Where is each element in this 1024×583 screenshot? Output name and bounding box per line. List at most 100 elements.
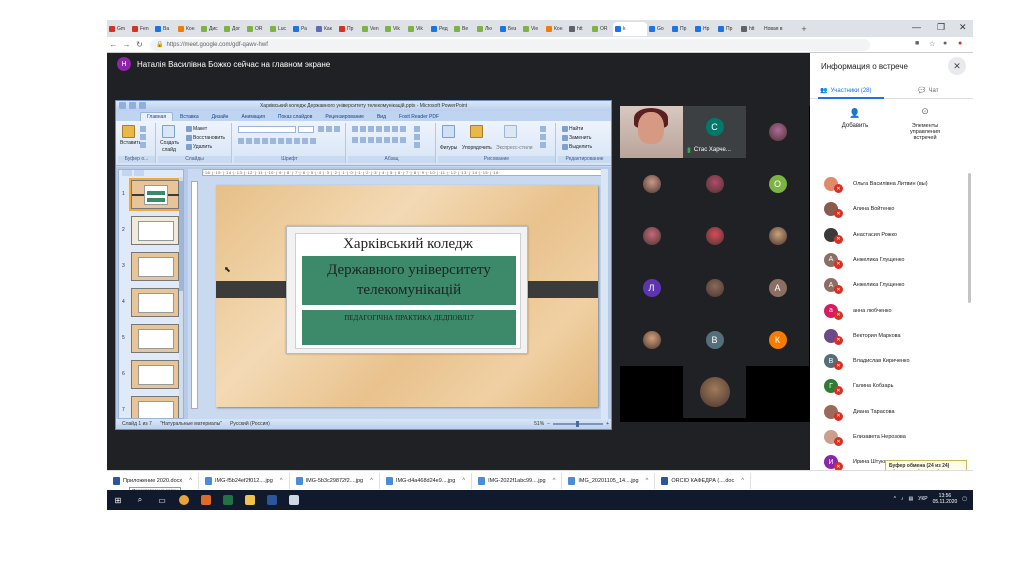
video-tile[interactable]: Л: [620, 262, 683, 314]
browser-tab-after-2[interactable]: Нр: [693, 22, 716, 36]
font-size-field[interactable]: [298, 126, 314, 133]
slide-thumbnail[interactable]: 2: [122, 216, 179, 245]
participant-row[interactable]: ✕ Анастасия Рожко: [824, 224, 897, 246]
windows-start-icon[interactable]: ⊞: [107, 490, 129, 510]
browser-tab-3[interactable]: Кон: [176, 22, 199, 36]
browser-tab-active[interactable]: k: [613, 21, 647, 36]
video-tile-self[interactable]: [620, 106, 683, 158]
ppt-tab-4[interactable]: Показ слайдов: [272, 113, 318, 121]
forward-icon[interactable]: →: [120, 40, 133, 49]
notifications-icon[interactable]: ▢: [962, 496, 967, 502]
slide-thumbnail[interactable]: 1: [122, 178, 181, 211]
chrome-icon[interactable]: [173, 490, 195, 510]
tab-chat[interactable]: 💬 Чат: [918, 87, 938, 95]
photos-icon[interactable]: [283, 490, 305, 510]
video-tile[interactable]: [746, 210, 809, 262]
volume-icon[interactable]: ♪: [901, 496, 904, 502]
video-tile[interactable]: А: [746, 262, 809, 314]
browser-tab-15[interactable]: Ве: [452, 22, 475, 36]
browser-tab-16[interactable]: Лю: [475, 22, 498, 36]
camera-icon[interactable]: ■: [915, 40, 919, 47]
browser-tab-21[interactable]: OR: [590, 22, 613, 36]
language-indicator[interactable]: УКР: [918, 496, 927, 502]
slides-tab[interactable]: [122, 170, 132, 176]
browser-tab-7[interactable]: Luc: [268, 22, 291, 36]
browser-tab-8[interactable]: Ра: [291, 22, 314, 36]
participant-row[interactable]: а ✕ анна любченко: [824, 300, 892, 322]
reload-icon[interactable]: ↻: [133, 40, 146, 49]
browser-tab-4[interactable]: Дис: [199, 22, 222, 36]
chevron-up-icon[interactable]: ^: [280, 478, 283, 484]
font-format-buttons[interactable]: [238, 138, 316, 144]
browser-tab-after-0[interactable]: Go: [647, 22, 670, 36]
outline-tab[interactable]: [134, 170, 144, 176]
task-view-icon[interactable]: ▭: [151, 490, 173, 510]
slide-thumbnail[interactable]: 7: [122, 396, 179, 418]
clock[interactable]: 13:56 05.11.2020: [933, 493, 958, 505]
close-window-icon[interactable]: ✕: [959, 22, 967, 33]
participant-row[interactable]: ✕ Елизавета Нерозова: [824, 426, 906, 448]
download-item[interactable]: IMG-2022f1abc99....jpg ^: [472, 472, 563, 489]
download-item[interactable]: ORCID КАФЕДРА (....doc ^: [655, 472, 752, 489]
video-tile[interactable]: [746, 106, 809, 158]
ppt-tab-7[interactable]: Foxit Reader PDF: [393, 113, 445, 121]
browser-tab-after-3[interactable]: Пр: [716, 22, 739, 36]
paste-button[interactable]: Вставить: [120, 140, 141, 146]
download-item[interactable]: IMG-5b3c29872f2....jpg ^: [290, 472, 380, 489]
slide-thumbnail[interactable]: 6: [122, 360, 179, 389]
chevron-up-icon[interactable]: ^: [462, 478, 465, 484]
tray-chevron-icon[interactable]: ^: [894, 496, 896, 502]
browser-tab-0[interactable]: Gm: [107, 22, 130, 36]
thumbnails-scrollbar[interactable]: [179, 177, 183, 418]
chevron-up-icon[interactable]: ^: [370, 478, 373, 484]
browser-tab-17[interactable]: Без: [498, 22, 521, 36]
browser-tab-10[interactable]: Пр: [337, 22, 360, 36]
video-tile[interactable]: [683, 158, 746, 210]
participant-row[interactable]: А ✕ Анжелика Глущенко: [824, 274, 904, 296]
video-tile[interactable]: [683, 210, 746, 262]
slide-thumbnail[interactable]: 5: [122, 324, 179, 353]
chevron-up-icon[interactable]: ^: [741, 478, 744, 484]
video-tile[interactable]: [683, 366, 746, 418]
participant-row[interactable]: В ✕ Владислав Кириченко: [824, 350, 910, 372]
new-tab-icon[interactable]: +: [798, 24, 810, 34]
participant-row[interactable]: Г ✕ Галина Кобзарь: [824, 375, 893, 397]
extension-icon[interactable]: ●: [943, 40, 947, 47]
folder-icon[interactable]: [239, 490, 261, 510]
participant-row[interactable]: ✕ Вектория Маркова: [824, 325, 901, 347]
video-tile[interactable]: К: [746, 314, 809, 366]
ppt-tab-2[interactable]: Дизайн: [206, 113, 235, 121]
browser-tab-5[interactable]: Дог: [222, 22, 245, 36]
participants-scrollbar[interactable]: [968, 173, 971, 303]
profile-icon[interactable]: ●: [958, 40, 962, 47]
undo-icon[interactable]: [139, 102, 146, 109]
font-name-field[interactable]: [238, 126, 296, 133]
figures-button[interactable]: Фигуры: [440, 145, 457, 151]
download-item[interactable]: IMG-d4a468d24e9....jpg ^: [380, 472, 473, 489]
browser-tab-19[interactable]: Кон: [544, 22, 567, 36]
browser-tab-14[interactable]: Ред: [429, 22, 452, 36]
video-tile[interactable]: О: [746, 158, 809, 210]
ppt-tab-1[interactable]: Вставка: [174, 113, 205, 121]
browser-tab-new[interactable]: Новая в: [762, 22, 798, 36]
browser-tab-11[interactable]: Ven: [360, 22, 383, 36]
download-item[interactable]: IMG_20201105_14....jpg ^: [562, 472, 656, 489]
video-tile[interactable]: [620, 210, 683, 262]
delete-button[interactable]: Удалить: [186, 144, 212, 150]
restore-button[interactable]: Восстановить: [186, 135, 225, 141]
ppt-tab-5[interactable]: Рецензирование: [319, 113, 370, 121]
create-slide-label[interactable]: Создать: [160, 140, 179, 146]
current-slide[interactable]: Харківський коледж Державного університе…: [216, 185, 598, 407]
browser-tab-12[interactable]: Vik: [383, 22, 406, 36]
add-participant-button[interactable]: 👤 Добавить: [830, 108, 880, 129]
search-icon[interactable]: ⌕: [129, 490, 151, 510]
save-icon[interactable]: [129, 102, 136, 109]
ppt-tab-0[interactable]: Главная: [140, 112, 174, 121]
chevron-up-icon[interactable]: ^: [646, 478, 649, 484]
office-button[interactable]: [119, 102, 126, 109]
zoom-slider[interactable]: [553, 421, 604, 427]
replace-button[interactable]: Заменить: [562, 135, 591, 141]
minimize-icon[interactable]: —: [912, 22, 921, 32]
participant-row[interactable]: ✕ Алина Войтенко: [824, 198, 894, 220]
browser-tab-18[interactable]: Vie: [521, 22, 544, 36]
